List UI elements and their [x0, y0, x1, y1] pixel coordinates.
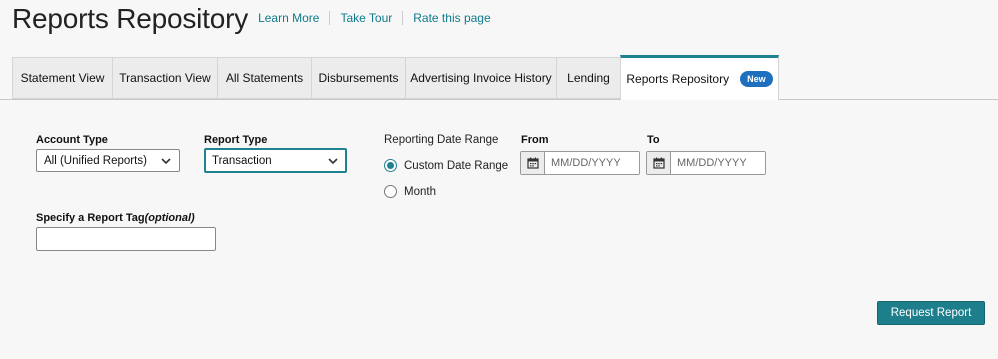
tab-lending[interactable]: Lending	[556, 57, 620, 99]
report-type-label: Report Type	[204, 134, 268, 146]
to-label: To	[647, 134, 660, 146]
optional-label: (optional)	[144, 212, 195, 224]
calendar-button[interactable]	[521, 152, 545, 174]
take-tour-link[interactable]: Take Tour	[329, 11, 402, 25]
to-date-input[interactable]	[671, 152, 765, 174]
tab-disbursements[interactable]: Disbursements	[311, 57, 405, 99]
tab-statement-view[interactable]: Statement View	[12, 57, 112, 99]
new-badge: New	[740, 71, 773, 87]
account-type-select[interactable]: All (Unified Reports)	[36, 149, 180, 172]
request-report-button[interactable]: Request Report	[877, 301, 985, 325]
tab-all-statements[interactable]: All Statements	[217, 57, 311, 99]
tab-label: Reports Repository	[626, 72, 730, 86]
page-title: Reports Repository	[12, 3, 249, 34]
radio-month[interactable]: Month	[384, 185, 436, 198]
report-type-select[interactable]: Transaction	[204, 148, 347, 173]
to-date-field	[646, 151, 766, 175]
tab-transaction-view[interactable]: Transaction View	[112, 57, 217, 99]
from-date-field	[520, 151, 640, 175]
calendar-icon	[526, 157, 539, 169]
from-date-input[interactable]	[545, 152, 639, 174]
chevron-down-icon	[328, 157, 338, 164]
tab-label: Transaction View	[119, 71, 211, 85]
radio-label: Month	[404, 185, 436, 198]
calendar-button[interactable]	[647, 152, 671, 174]
tab-label: Disbursements	[318, 71, 399, 85]
date-range-label: Reporting Date Range	[384, 134, 499, 146]
report-tag-label-text: Specify a Report Tag	[36, 212, 145, 224]
tab-label: Advertising Invoice History	[410, 71, 552, 85]
tabs-divider	[0, 99, 998, 100]
report-type-value: Transaction	[212, 154, 272, 167]
tab-label: All Statements	[225, 71, 304, 85]
radio-button[interactable]	[384, 159, 397, 172]
from-label: From	[521, 134, 549, 146]
learn-more-link[interactable]: Learn More	[258, 11, 329, 25]
rate-page-link[interactable]: Rate this page	[402, 11, 500, 25]
tab-label: Lending	[567, 71, 610, 85]
header-links: Learn More Take Tour Rate this page	[258, 11, 501, 25]
tab-bar: Statement View Transaction View All Stat…	[12, 55, 779, 100]
radio-button[interactable]	[384, 185, 397, 198]
chevron-down-icon	[161, 157, 171, 164]
calendar-icon	[652, 157, 665, 169]
tab-advertising-invoice-history[interactable]: Advertising Invoice History	[405, 57, 556, 99]
tab-reports-repository[interactable]: Reports Repository New	[620, 55, 779, 100]
account-type-label: Account Type	[36, 134, 108, 146]
radio-label: Custom Date Range	[404, 159, 509, 172]
report-tag-input[interactable]	[36, 227, 216, 251]
page-header: Reports Repository Learn More Take Tour …	[12, 3, 501, 35]
radio-custom-date-range[interactable]: Custom Date Range	[384, 159, 508, 172]
tab-label: Statement View	[20, 71, 105, 85]
account-type-value: All (Unified Reports)	[44, 154, 147, 167]
report-tag-label: Specify a Report Tag(optional)	[36, 212, 195, 224]
